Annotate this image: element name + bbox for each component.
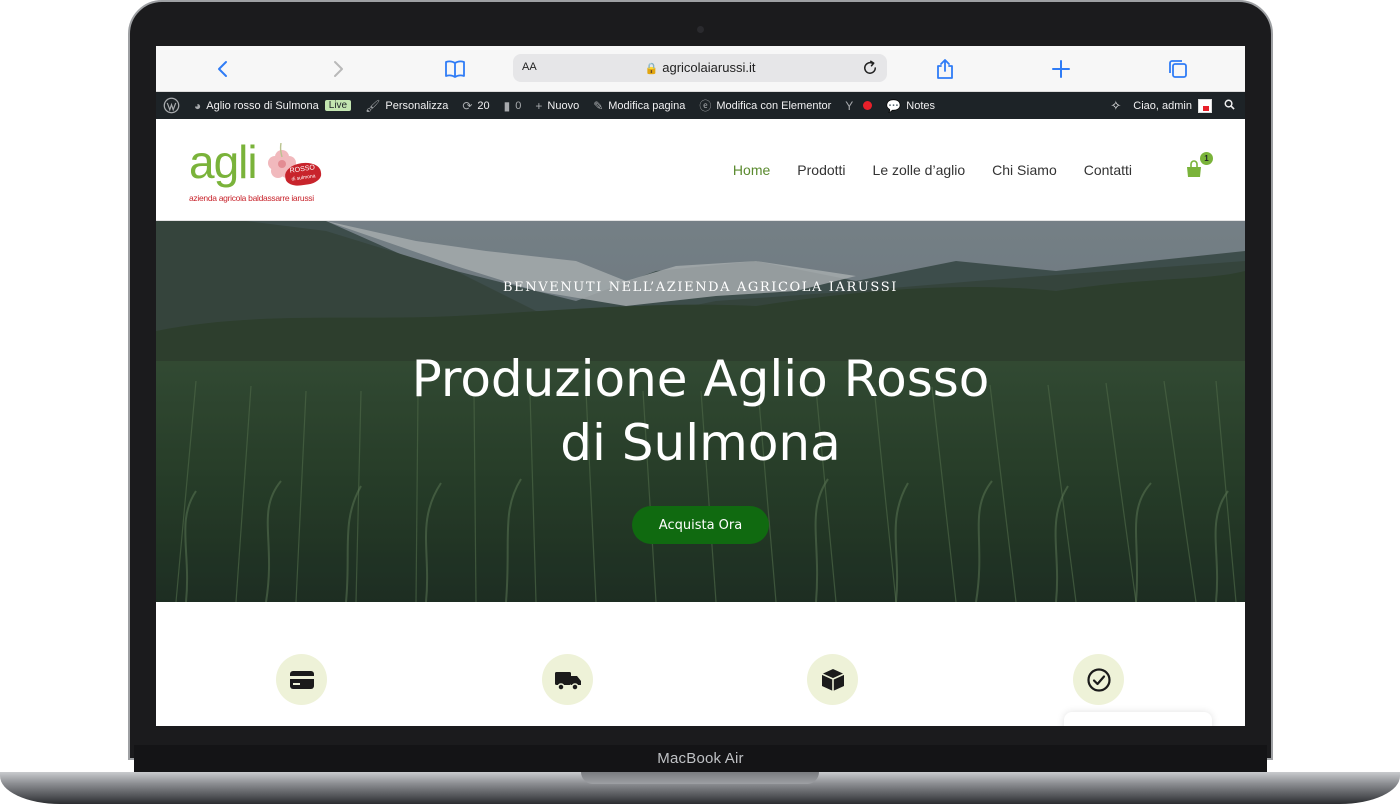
floating-widget <box>1064 712 1212 726</box>
admin-updates[interactable]: ⟳ 20 <box>462 99 489 113</box>
cart-count-badge: 1 <box>1200 152 1213 165</box>
bezel-bottom: MacBook Air <box>134 745 1267 772</box>
screen: AA 🔒 agricolaiarussi.it ◕ Aglio rosso di … <box>156 46 1245 726</box>
reload-icon[interactable] <box>861 57 879 82</box>
logo-word: agli <box>189 136 258 188</box>
main-nav: Home Prodotti Le zolle d’aglio Chi Siamo… <box>733 162 1132 178</box>
live-badge: Live <box>324 100 352 111</box>
wordpress-logo-icon[interactable] <box>163 97 180 114</box>
back-icon[interactable] <box>211 57 235 81</box>
admin-greeting[interactable]: Ciao, admin <box>1133 100 1192 112</box>
site-logo[interactable]: agli ROSSO di sulmona azienda agricola b… <box>189 135 324 207</box>
box-icon <box>821 668 844 691</box>
notes-icon: 💬 <box>886 98 902 113</box>
nav-item-zolle[interactable]: Le zolle d’aglio <box>873 162 966 178</box>
address-bar[interactable]: AA 🔒 agricolaiarussi.it <box>513 54 887 82</box>
cart-button[interactable]: 1 <box>1184 152 1213 179</box>
logo-tagline: azienda agricola baldassarre iarussi <box>189 193 314 203</box>
brush-icon: 🖌 <box>365 98 381 113</box>
nav-item-home[interactable]: Home <box>733 162 770 178</box>
plus-icon: + <box>535 98 543 113</box>
admin-edit-elementor[interactable]: ⓔ Modifica con Elementor <box>699 97 831 114</box>
dashboard-icon: ◕ <box>194 98 202 113</box>
admin-comments[interactable]: ▮ 0 <box>504 99 522 113</box>
credit-card-icon <box>289 670 314 689</box>
feature-shipping <box>542 654 593 705</box>
nav-item-prodotti[interactable]: Prodotti <box>797 162 845 178</box>
yoast-icon[interactable]: Y <box>845 99 873 113</box>
comment-icon: ▮ <box>503 98 511 113</box>
updates-icon: ⟳ <box>462 98 473 113</box>
ai-sparkle-icon[interactable]: ✧ <box>1110 98 1121 114</box>
bookmarks-icon[interactable] <box>443 57 467 81</box>
avatar[interactable] <box>1198 98 1212 113</box>
wp-admin-bar: ◕ Aglio rosso di Sulmona Live 🖌 Personal… <box>156 92 1245 119</box>
lock-icon: 🔒 <box>644 63 659 75</box>
nav-item-chi-siamo[interactable]: Chi Siamo <box>992 162 1057 178</box>
pencil-icon: ✎ <box>593 98 604 113</box>
hero-section: BENVENUTI NELL’AZIENDA AGRICOLA IARUSSI … <box>156 221 1245 602</box>
truck-icon <box>554 671 581 691</box>
hero-kicker: BENVENUTI NELL’AZIENDA AGRICOLA IARUSSI <box>503 280 898 295</box>
feature-payment <box>276 654 327 705</box>
site-header: agli ROSSO di sulmona azienda agricola b… <box>156 119 1245 221</box>
seo-status-dot <box>863 101 873 110</box>
share-icon[interactable] <box>933 57 957 81</box>
elementor-icon: ⓔ <box>699 99 712 113</box>
new-tab-icon[interactable] <box>1049 57 1073 81</box>
nav-item-contatti[interactable]: Contatti <box>1084 162 1132 178</box>
admin-customize[interactable]: 🖌 Personalizza <box>365 99 448 113</box>
device-label: MacBook Air <box>657 750 744 767</box>
search-icon[interactable] <box>1224 99 1235 113</box>
admin-edit-page[interactable]: ✎ Modifica pagina <box>593 99 685 113</box>
laptop-notch <box>581 772 819 784</box>
features-section <box>156 602 1245 726</box>
forward-icon[interactable] <box>326 57 350 81</box>
admin-notes[interactable]: 💬 Notes <box>886 99 935 113</box>
tabs-overview-icon[interactable] <box>1166 57 1190 81</box>
browser-toolbar: AA 🔒 agricolaiarussi.it <box>156 46 1245 92</box>
feature-quality <box>1073 654 1124 705</box>
hero-title: Produzione Aglio Rosso di Sulmona <box>411 350 990 472</box>
admin-new[interactable]: + Nuovo <box>535 99 579 113</box>
check-circle-icon <box>1086 667 1111 692</box>
url-text: agricolaiarussi.it <box>662 60 756 75</box>
camera-icon <box>697 26 704 33</box>
buy-now-button[interactable]: Acquista Ora <box>632 506 769 544</box>
feature-packaging <box>807 654 858 705</box>
admin-site-name[interactable]: ◕ Aglio rosso di Sulmona Live <box>194 98 352 113</box>
